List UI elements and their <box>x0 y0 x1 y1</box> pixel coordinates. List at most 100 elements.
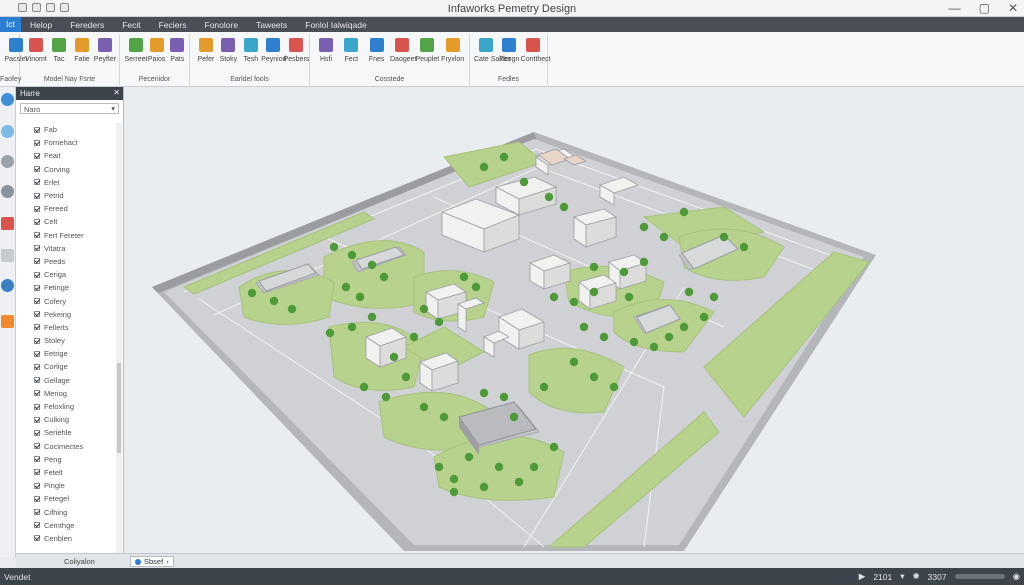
layer-item[interactable]: Cocimectes <box>20 440 114 453</box>
ribbon-button-tac[interactable]: Tac <box>47 36 71 63</box>
tab-view[interactable]: Sbsef › <box>130 556 174 567</box>
menu-item-file[interactable]: Ict <box>0 17 21 32</box>
3d-viewport[interactable] <box>124 87 1024 553</box>
ribbon-button-fnes[interactable]: Fnes <box>365 36 389 63</box>
layer-item[interactable]: Feloxling <box>20 400 114 413</box>
ribbon-button-fatie[interactable]: Fatie <box>70 36 94 63</box>
maximize-button[interactable]: ▢ <box>979 1 990 15</box>
layer-item[interactable]: Meriog <box>20 387 114 400</box>
layer-checkbox[interactable] <box>34 495 40 502</box>
layer-checkbox[interactable] <box>34 377 40 384</box>
layer-item[interactable]: Petrid <box>20 189 114 202</box>
select-tool-icon[interactable] <box>1 93 14 106</box>
layer-checkbox[interactable] <box>34 429 40 436</box>
layer-item[interactable]: Corving <box>20 163 114 176</box>
layer-item[interactable]: Seriehle <box>20 426 114 439</box>
minimize-button[interactable]: — <box>949 1 961 15</box>
menu-item-help[interactable]: Helop <box>21 20 61 30</box>
ribbon-button-cate-salder[interactable]: Cate Salder <box>474 36 511 63</box>
layer-checkbox[interactable] <box>34 522 40 529</box>
layer-checkbox[interactable] <box>34 245 40 252</box>
layer-item[interactable]: Gellage <box>20 374 114 387</box>
layer-item[interactable]: Fert Fereter <box>20 229 114 242</box>
ribbon-button-fryxlon[interactable]: Fryxlon <box>441 36 465 63</box>
layer-checkbox[interactable] <box>34 152 40 159</box>
layer-item[interactable]: Fab <box>20 123 114 136</box>
layer-item[interactable]: Pekeing <box>20 308 114 321</box>
dropdown-icon[interactable]: ▾ <box>900 571 904 582</box>
layer-item[interactable]: Cofery <box>20 294 114 307</box>
ribbon-button-daogeet[interactable]: Daogeet <box>390 36 416 63</box>
layer-item[interactable]: Fereed <box>20 202 114 215</box>
layer-item[interactable]: Cenblen <box>20 532 114 545</box>
ribbon-button-vinomt[interactable]: Vinomt <box>24 36 48 63</box>
ribbon-button-peuplet[interactable]: Peuplet <box>415 36 439 63</box>
settings-icon[interactable]: ✺ <box>913 571 920 582</box>
layer-checkbox[interactable] <box>34 298 40 305</box>
ribbon-button-pesbers[interactable]: Pesbers <box>284 36 309 63</box>
layer-checkbox[interactable] <box>34 166 40 173</box>
layer-item[interactable]: Vitatra <box>20 242 114 255</box>
layer-item[interactable]: Peeds <box>20 255 114 268</box>
layer-checkbox[interactable] <box>34 324 40 331</box>
globe-tool-icon[interactable] <box>1 279 14 292</box>
layer-item[interactable]: Fetinge <box>20 281 114 294</box>
layer-checkbox[interactable] <box>34 337 40 344</box>
layer-checkbox[interactable] <box>34 218 40 225</box>
close-button[interactable]: ✕ <box>1008 1 1018 15</box>
globe-status-icon[interactable]: ◉ <box>1013 571 1020 582</box>
ribbon-button-pats[interactable]: Pats <box>165 36 189 63</box>
layer-checkbox[interactable] <box>34 232 40 239</box>
menu-item-6[interactable]: Taweets <box>247 20 296 30</box>
layer-checkbox[interactable] <box>34 469 40 476</box>
ribbon-button-fect[interactable]: Fect <box>339 36 363 63</box>
ribbon-button-tesh[interactable]: Tesh <box>239 36 263 63</box>
panel-scrollbar[interactable] <box>116 123 122 553</box>
paint-tool-icon[interactable] <box>1 315 14 328</box>
grid-tool-icon[interactable] <box>1 249 14 262</box>
menu-item-7[interactable]: Fonlol Ialwiqade <box>296 20 375 30</box>
layer-item[interactable]: Erlet <box>20 176 114 189</box>
layer-item[interactable]: Eetrige <box>20 347 114 360</box>
layer-checkbox[interactable] <box>34 126 40 133</box>
zoom-slider[interactable] <box>954 574 1005 579</box>
ribbon-button-contthect[interactable]: Contthect <box>521 36 551 63</box>
layer-checkbox[interactable] <box>34 284 40 291</box>
sphere-tool-icon[interactable] <box>1 155 14 168</box>
layer-checkbox[interactable] <box>34 416 40 423</box>
ribbon-button-peyniod[interactable]: Peyniod <box>261 36 286 63</box>
layer-item[interactable]: Corlige <box>20 360 114 373</box>
layer-checkbox[interactable] <box>34 179 40 186</box>
layer-checkbox[interactable] <box>34 350 40 357</box>
filter-icon[interactable]: ▾ <box>111 104 115 113</box>
layer-checkbox[interactable] <box>34 363 40 370</box>
layer-checkbox[interactable] <box>34 205 40 212</box>
pin-tool-icon[interactable] <box>1 217 14 230</box>
layer-checkbox[interactable] <box>34 535 40 542</box>
layer-item[interactable]: Cifhing <box>20 505 114 518</box>
layer-item[interactable]: Fellerts <box>20 321 114 334</box>
ribbon-button-feogn[interactable]: Feogn <box>497 36 521 63</box>
layers-tool-icon[interactable] <box>1 125 14 138</box>
layer-item[interactable]: Fornehact <box>20 136 114 149</box>
play-icon[interactable]: ▶ <box>859 571 866 582</box>
layer-item[interactable]: Stoley <box>20 334 114 347</box>
layer-checkbox[interactable] <box>34 403 40 410</box>
layer-checkbox[interactable] <box>34 509 40 516</box>
layer-checkbox[interactable] <box>34 258 40 265</box>
panel-search-input[interactable]: Naro ▾ <box>20 103 119 114</box>
layer-item[interactable]: Peng <box>20 453 114 466</box>
menu-item-4[interactable]: Feciers <box>150 20 196 30</box>
menu-item-3[interactable]: Fecit <box>113 20 149 30</box>
layer-checkbox[interactable] <box>34 482 40 489</box>
ribbon-button-peyfter[interactable]: Peyfter <box>93 36 117 63</box>
panel-close-icon[interactable]: ✕ <box>113 88 120 97</box>
layer-item[interactable]: Fetelt <box>20 466 114 479</box>
layer-item[interactable]: Cemthge <box>20 519 114 532</box>
layer-checkbox[interactable] <box>34 390 40 397</box>
ribbon-button-stoky[interactable]: Stoky <box>216 36 240 63</box>
menu-item-5[interactable]: Fonolore <box>196 20 248 30</box>
menu-item-2[interactable]: Fereders <box>61 20 113 30</box>
layer-item[interactable]: Ceriga <box>20 268 114 281</box>
layer-item[interactable]: Pingle <box>20 479 114 492</box>
